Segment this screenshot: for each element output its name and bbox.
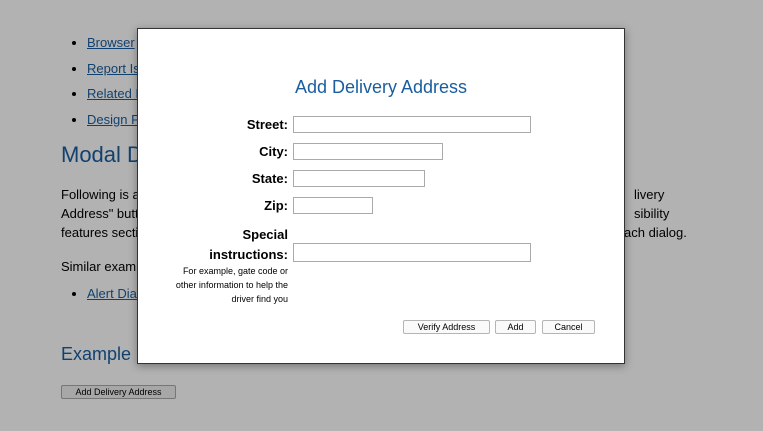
special-label-line1: Special [242, 227, 288, 242]
street-input[interactable] [293, 116, 531, 133]
state-label: State: [251, 171, 288, 186]
help-line3: driver find you [231, 294, 288, 304]
zip-label: Zip: [264, 198, 288, 213]
special-label-line2: instructions: [209, 247, 288, 262]
add-delivery-address-dialog: Add Delivery Address Street: City: State… [137, 28, 625, 364]
street-label: Street: [246, 117, 288, 132]
special-instructions-input[interactable] [293, 243, 531, 262]
cancel-button[interactable]: Cancel [542, 320, 595, 334]
special-instructions-label: Special instructions: [209, 225, 288, 265]
help-line1: For example, gate code or [182, 266, 288, 276]
special-instructions-help: For example, gate code or other informat… [158, 264, 288, 306]
help-line2: other information to help the [175, 280, 288, 290]
dialog-title: Add Delivery Address [294, 77, 468, 97]
zip-input[interactable] [293, 197, 373, 214]
city-label: City: [259, 144, 288, 159]
city-input[interactable] [293, 143, 443, 160]
state-input[interactable] [293, 170, 425, 187]
add-button[interactable]: Add [495, 320, 536, 334]
verify-address-button[interactable]: Verify Address [403, 320, 490, 334]
